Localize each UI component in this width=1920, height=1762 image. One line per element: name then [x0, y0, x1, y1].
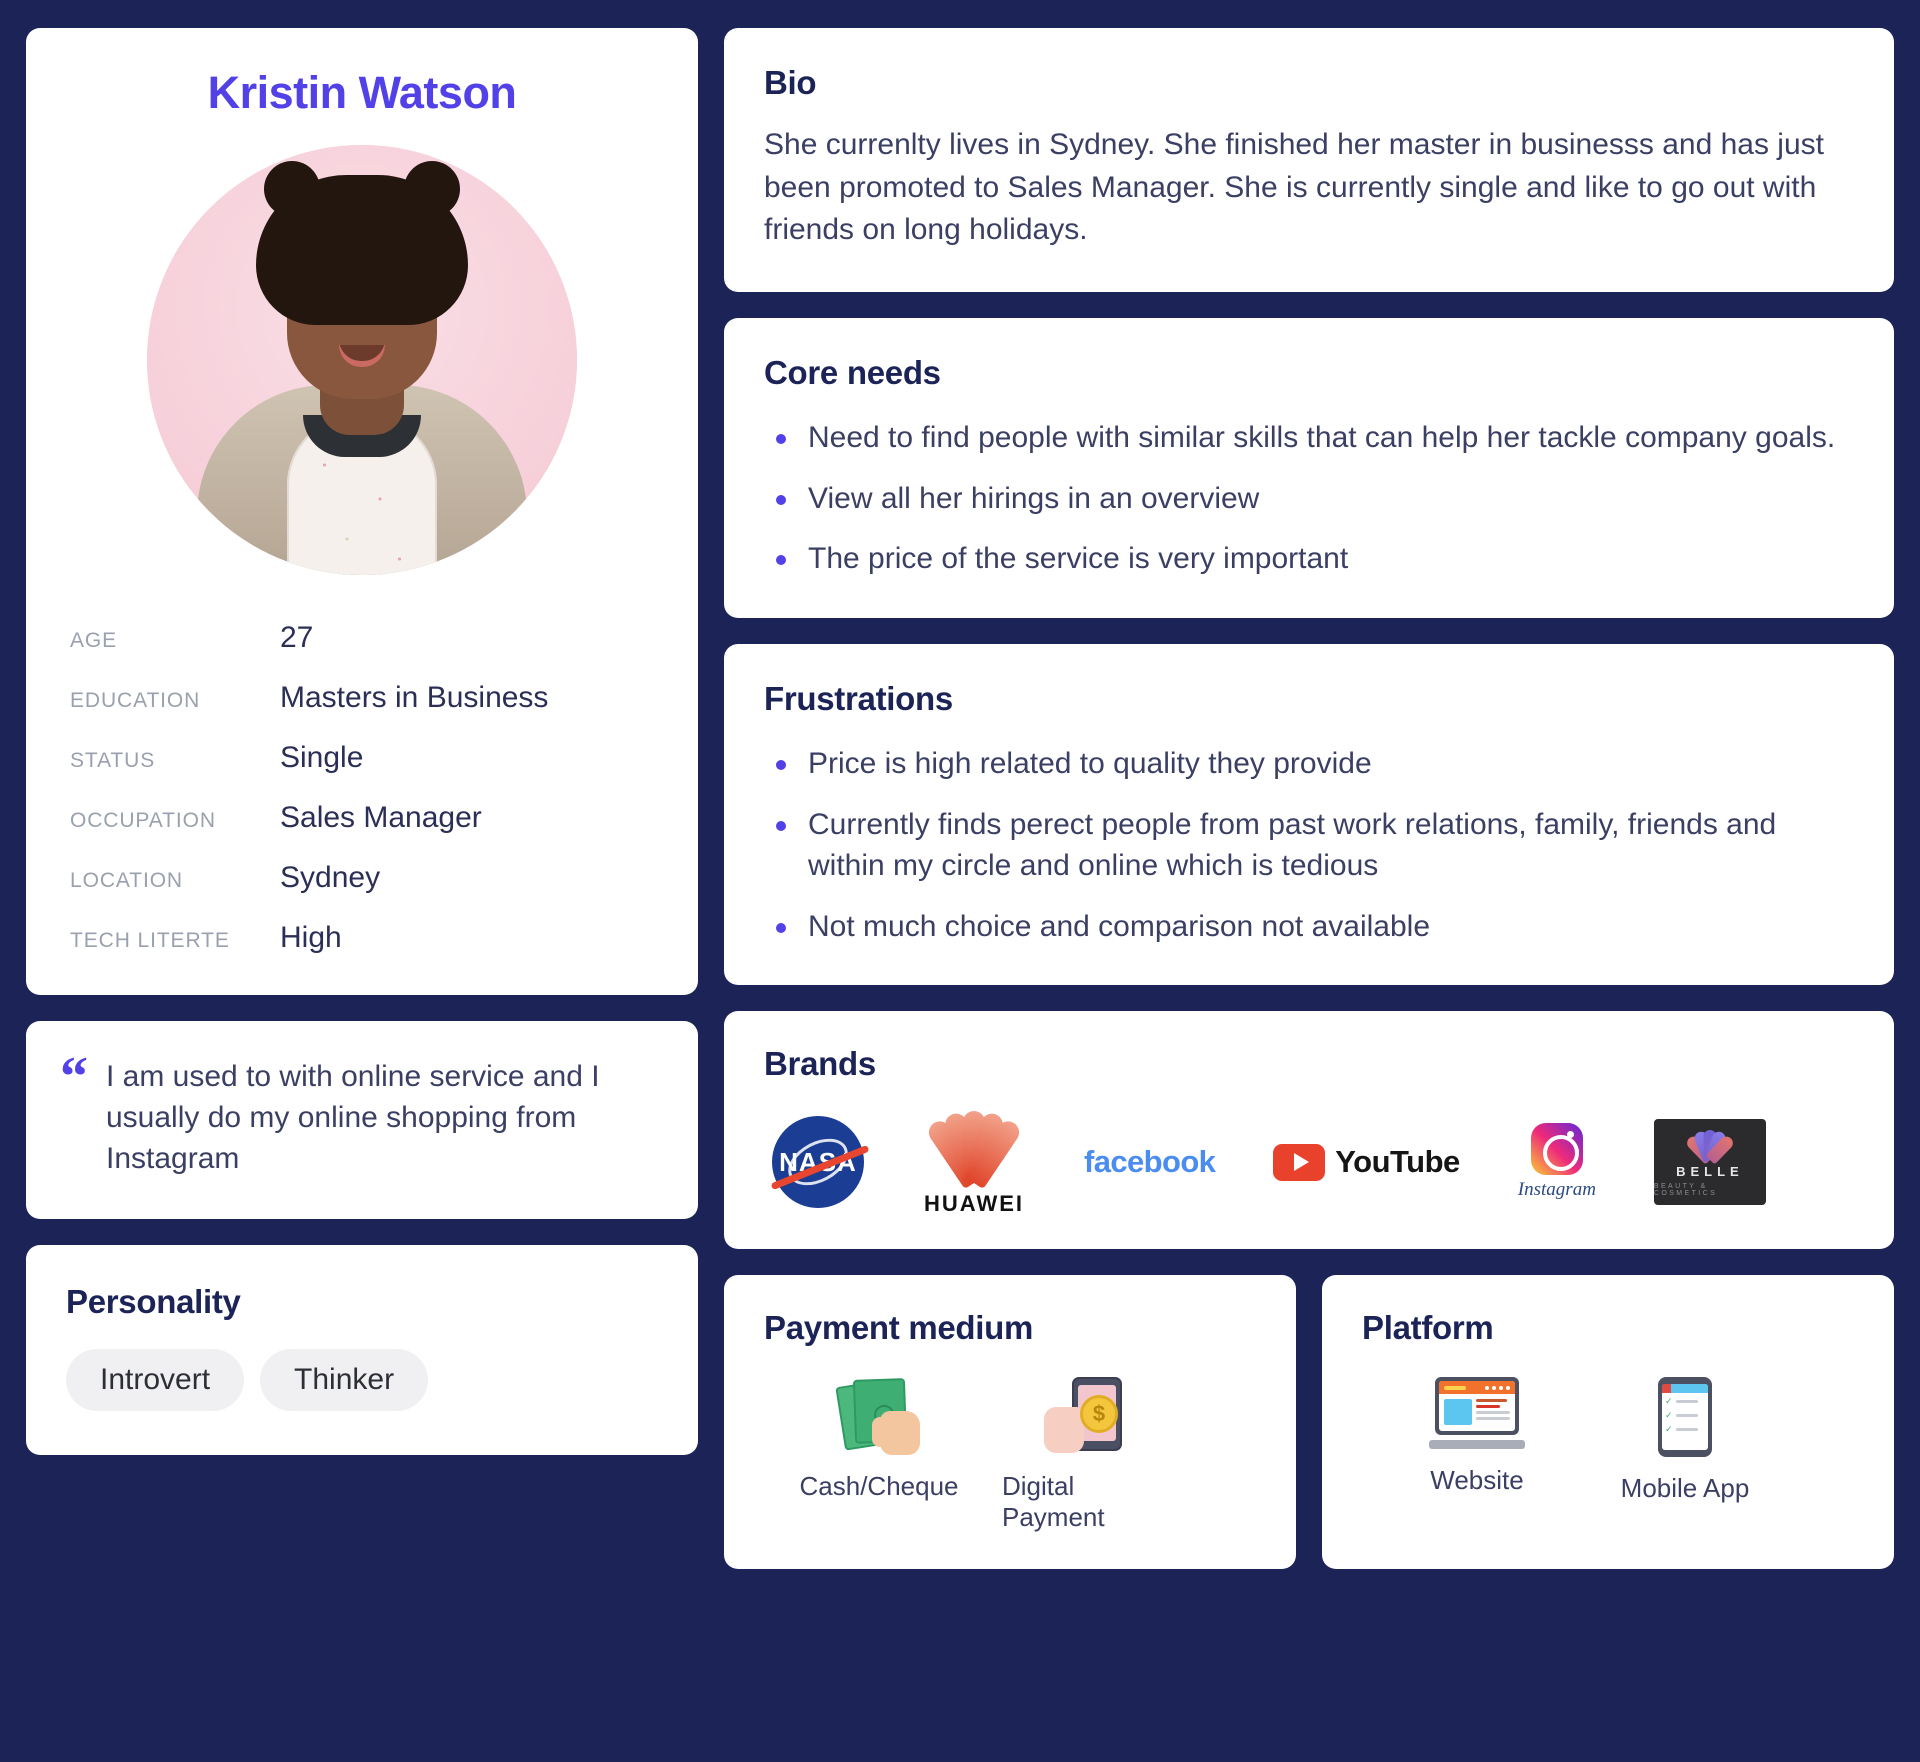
brand-youtube: YouTube [1273, 1143, 1460, 1181]
huawei-logo-icon [922, 1107, 1026, 1190]
core-needs-title: Core needs [764, 353, 941, 391]
fact-label: STATUS [70, 749, 156, 772]
brand-facebook: facebook [1084, 1144, 1216, 1180]
list-item: The price of the service is very importa… [764, 539, 1854, 580]
fact-label: OCCUPATION [70, 809, 216, 832]
personality-tag-introvert[interactable]: Introvert [66, 1349, 245, 1412]
fact-row-tech-literacy: TECH LITERTE High [70, 921, 654, 955]
belle-tagline: BEAUTY & COSMETICS [1653, 1182, 1718, 1197]
list-item: Price is high related to quality they pr… [764, 744, 1854, 785]
youtube-play-icon [1273, 1143, 1326, 1181]
profile-card: Kristin Watson AGE 27 EDUCATION Masters … [26, 28, 698, 995]
avatar [147, 145, 577, 575]
brand-instagram: Instagram [1518, 1123, 1596, 1201]
laptop-icon [1429, 1377, 1525, 1450]
quote-icon: “ [60, 1046, 88, 1108]
frustrations-title: Frustrations [764, 680, 953, 718]
digital-payment-icon: $ [1044, 1377, 1130, 1455]
fact-value: Single [280, 741, 364, 774]
payment-option-digital: $ Digital Payment [1002, 1377, 1172, 1533]
list-item: Not much choice and comparison not avail… [764, 907, 1854, 948]
list-item: View all her hirings in an overview [764, 479, 1854, 520]
fact-value: Masters in Business [280, 681, 549, 714]
avatar-hair [256, 161, 468, 325]
payment-medium-list: Cash/Cheque $ Digital Payment [764, 1377, 1256, 1533]
platform-card: Platform Website ✓ ✓ ✓ Mobile App [1322, 1275, 1894, 1570]
personality-card: Personality Introvert Thinker [26, 1245, 698, 1456]
mobile-phone-icon: ✓ ✓ ✓ [1658, 1377, 1712, 1458]
fact-value: 27 [280, 621, 314, 654]
payment-option-cash: Cash/Cheque [794, 1377, 964, 1533]
payment-medium-title: Payment medium [764, 1309, 1034, 1347]
list-item: Need to find people with similar skills … [764, 418, 1854, 459]
instagram-logo-icon: Instagram [1518, 1123, 1596, 1201]
frustrations-list: Price is high related to quality they pr… [764, 744, 1854, 947]
platform-title: Platform [1362, 1309, 1494, 1347]
fact-row-age: AGE 27 [70, 621, 654, 655]
nasa-wordmark: NASA [779, 1146, 857, 1177]
payment-option-label: Digital Payment [1002, 1471, 1105, 1533]
nasa-logo-icon: NASA [770, 1116, 870, 1209]
fact-label: LOCATION [70, 869, 183, 892]
fact-row-status: STATUS Single [70, 741, 654, 775]
platform-option-label: Website [1430, 1465, 1524, 1496]
payment-option-label: Cash/Cheque [799, 1471, 959, 1502]
fact-value: Sydney [280, 861, 381, 894]
belle-logo-icon: BELLE BEAUTY & COSMETICS [1653, 1119, 1766, 1206]
profile-facts-table: AGE 27 EDUCATION Masters in Business STA… [70, 621, 654, 955]
fact-row-location: LOCATION Sydney [70, 861, 654, 895]
facebook-logo-icon: facebook [1084, 1144, 1216, 1180]
brand-huawei: HUAWEI [922, 1107, 1026, 1217]
huawei-wordmark: HUAWEI [924, 1191, 1024, 1217]
youtube-logo-icon: YouTube [1273, 1143, 1460, 1181]
bio-card: Bio She currenlty lives in Sydney. She f… [724, 28, 1894, 292]
brand-belle: BELLE BEAUTY & COSMETICS [1653, 1119, 1766, 1206]
lotus-icon [1682, 1128, 1738, 1165]
fact-label: TECH LITERTE [70, 929, 230, 952]
fact-row-occupation: OCCUPATION Sales Manager [70, 801, 654, 835]
cash-icon [835, 1377, 922, 1456]
platform-option-mobile-app: ✓ ✓ ✓ Mobile App [1600, 1377, 1770, 1504]
bio-title: Bio [764, 64, 817, 101]
quote-card: “ I am used to with online service and I… [26, 1021, 698, 1220]
brand-nasa: NASA [770, 1116, 870, 1209]
personality-title: Personality [66, 1283, 241, 1321]
fact-row-education: EDUCATION Masters in Business [70, 681, 654, 715]
personality-tag-list: Introvert Thinker [66, 1349, 658, 1412]
quote-text: I am used to with online service and I u… [106, 1060, 600, 1175]
belle-wordmark: BELLE [1676, 1163, 1744, 1179]
frustrations-card: Frustrations Price is high related to qu… [724, 644, 1894, 986]
brands-card: Brands NASA HUAWEI facebook YouTube Inst… [724, 1011, 1894, 1250]
payment-medium-card: Payment medium Cash/Cheque $ Digital Pay… [724, 1275, 1296, 1570]
fact-label: AGE [70, 629, 118, 652]
platform-list: Website ✓ ✓ ✓ Mobile App [1362, 1377, 1854, 1504]
bottom-card-row: Payment medium Cash/Cheque $ Digital Pay… [724, 1275, 1894, 1570]
core-needs-card: Core needs Need to find people with simi… [724, 317, 1894, 619]
list-item: Currently finds perect people from past … [764, 805, 1854, 887]
personality-tag-thinker[interactable]: Thinker [260, 1349, 429, 1412]
left-column: Kristin Watson AGE 27 EDUCATION Masters … [26, 28, 698, 1456]
fact-label: EDUCATION [70, 689, 201, 712]
page-title: Kristin Watson [207, 67, 517, 118]
persona-board: Kristin Watson AGE 27 EDUCATION Masters … [0, 0, 1920, 1762]
right-column: Bio She currenlty lives in Sydney. She f… [724, 28, 1894, 1570]
instagram-wordmark: Instagram [1517, 1179, 1596, 1201]
fact-value: High [280, 921, 342, 954]
platform-option-label: Mobile App [1620, 1473, 1750, 1504]
brands-logo-row: NASA HUAWEI facebook YouTube Instagram B… [764, 1107, 1854, 1217]
platform-option-website: Website [1392, 1377, 1562, 1504]
bio-text: She currenlty lives in Sydney. She finis… [764, 128, 1824, 247]
avatar-container [70, 145, 654, 575]
core-needs-list: Need to find people with similar skills … [764, 418, 1854, 580]
fact-value: Sales Manager [280, 801, 482, 834]
youtube-wordmark: YouTube [1335, 1144, 1460, 1180]
brands-title: Brands [764, 1045, 876, 1083]
instagram-camera-icon [1530, 1123, 1583, 1176]
